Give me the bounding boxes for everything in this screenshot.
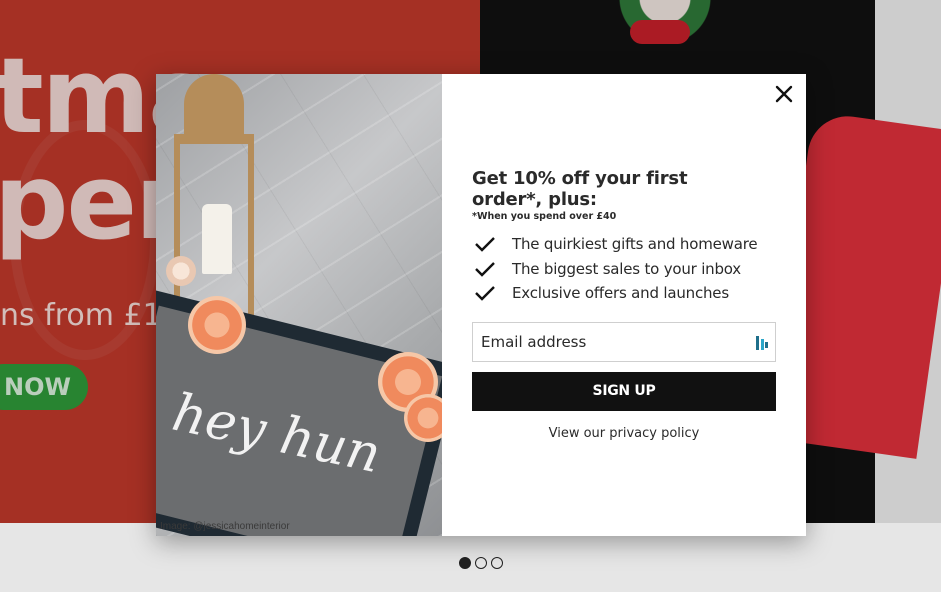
sign-up-button[interactable]: SIGN UP: [472, 371, 776, 411]
email-field-wrapper: [472, 321, 776, 362]
benefit-text: The biggest sales to your inbox: [512, 259, 741, 278]
benefit-item: The quirkiest gifts and homeware: [472, 232, 776, 257]
benefit-text: The quirkiest gifts and homeware: [512, 235, 758, 254]
modal-content: Get 10% off your first order*, plus: *Wh…: [442, 74, 806, 536]
carousel-dot-3[interactable]: [491, 557, 503, 569]
password-manager-icon[interactable]: [755, 335, 769, 351]
close-button[interactable]: [772, 82, 796, 106]
lantern-image: [174, 74, 254, 329]
checkmark-icon: [475, 261, 495, 277]
benefit-text: Exclusive offers and launches: [512, 284, 729, 303]
flower-image: [166, 256, 196, 286]
benefit-item: Exclusive offers and launches: [472, 281, 776, 306]
benefits-list: The quirkiest gifts and homeware The big…: [472, 232, 776, 306]
image-credit: Image: @jessicahomeinterior: [160, 521, 290, 532]
signup-modal: hey hun Image: @jessicahomeinterior Get …: [156, 74, 806, 536]
email-field[interactable]: [473, 322, 775, 361]
privacy-policy-link[interactable]: View our privacy policy: [472, 426, 776, 441]
flower-image: [188, 296, 246, 354]
doormat-text: hey hun: [167, 382, 386, 486]
checkmark-icon: [475, 237, 495, 252]
carousel-dot-2[interactable]: [475, 557, 487, 569]
modal-lifestyle-image: hey hun Image: @jessicahomeinterior: [156, 74, 442, 536]
checkmark-icon: [475, 286, 495, 301]
modal-footnote: *When you spend over £40: [472, 211, 617, 222]
carousel-dots: [459, 557, 503, 569]
close-icon: [775, 85, 793, 103]
carousel-dot-1[interactable]: [459, 557, 471, 569]
benefit-item: The biggest sales to your inbox: [472, 257, 776, 282]
modal-headline: Get 10% off your first order*, plus:: [472, 168, 688, 210]
